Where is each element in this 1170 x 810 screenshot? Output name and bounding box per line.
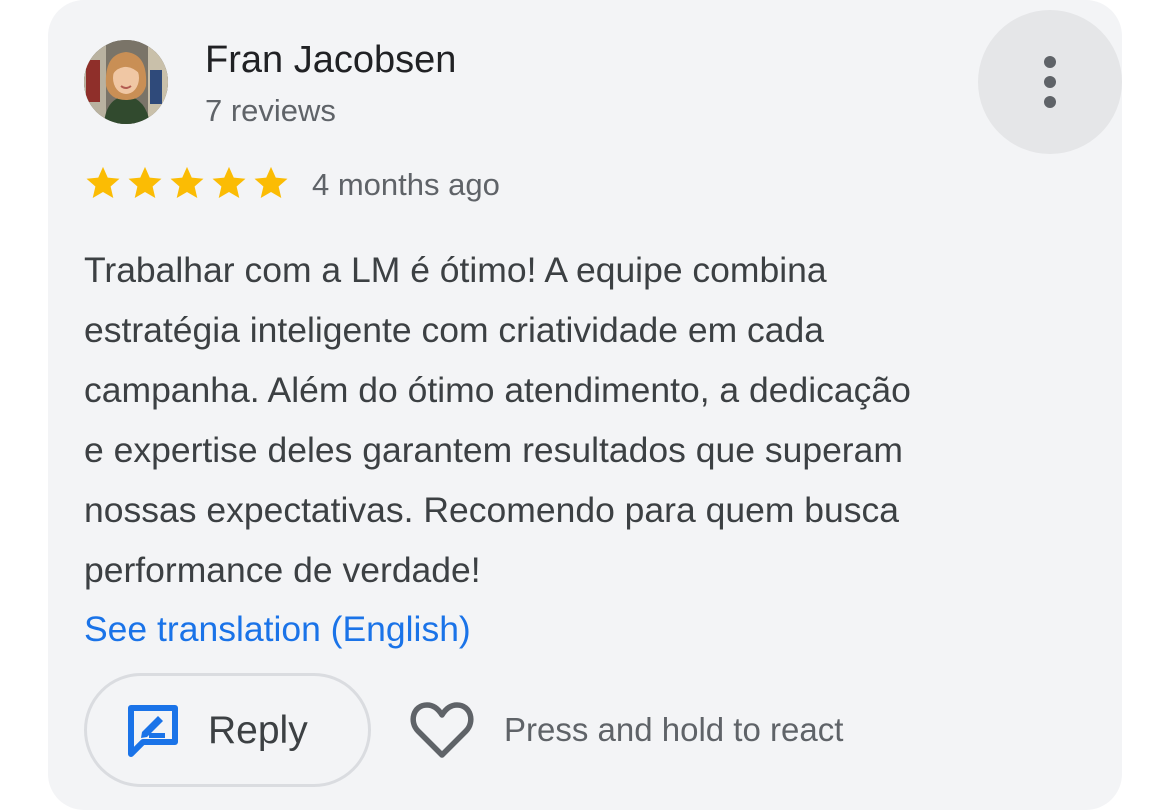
star-icon: [212, 166, 246, 199]
author-avatar[interactable]: [84, 40, 168, 124]
review-text-line: Trabalhar com a LM é ótimo! A equipe com…: [84, 250, 827, 290]
react-hint: Press and hold to react: [504, 711, 844, 748]
review-text-line: e expertise deles garantem resultados qu…: [84, 430, 903, 470]
review-text-line: performance de verdade!: [84, 550, 481, 590]
star-icon: [128, 166, 162, 199]
react-button[interactable]: [410, 700, 474, 765]
reply-label: Reply: [208, 709, 308, 752]
star-icon: [170, 166, 204, 199]
author-name[interactable]: Fran Jacobsen: [205, 38, 456, 82]
review-text-line: estratégia inteligente com criatividade …: [84, 310, 824, 350]
reply-icon: [128, 705, 178, 757]
heart-outline-icon: [410, 702, 474, 758]
more-vert-icon: [1044, 56, 1056, 108]
review-timestamp: 4 months ago: [312, 167, 500, 202]
see-translation-link[interactable]: See translation (English): [84, 602, 471, 656]
more-options-button[interactable]: [978, 10, 1122, 154]
star-icon: [86, 166, 120, 199]
review-count: 7 reviews: [205, 93, 336, 128]
star-rating: [84, 164, 290, 202]
avatar-photo: [84, 40, 168, 124]
review-text-line: campanha. Além do ótimo atendimento, a d…: [84, 370, 911, 410]
review-text: Trabalhar com a LM é ótimo! A equipe com…: [84, 240, 1094, 600]
star-icon: [254, 166, 288, 199]
reply-button[interactable]: Reply: [84, 673, 371, 787]
review-text-line: nossas expectativas. Recomendo para quem…: [84, 490, 899, 530]
